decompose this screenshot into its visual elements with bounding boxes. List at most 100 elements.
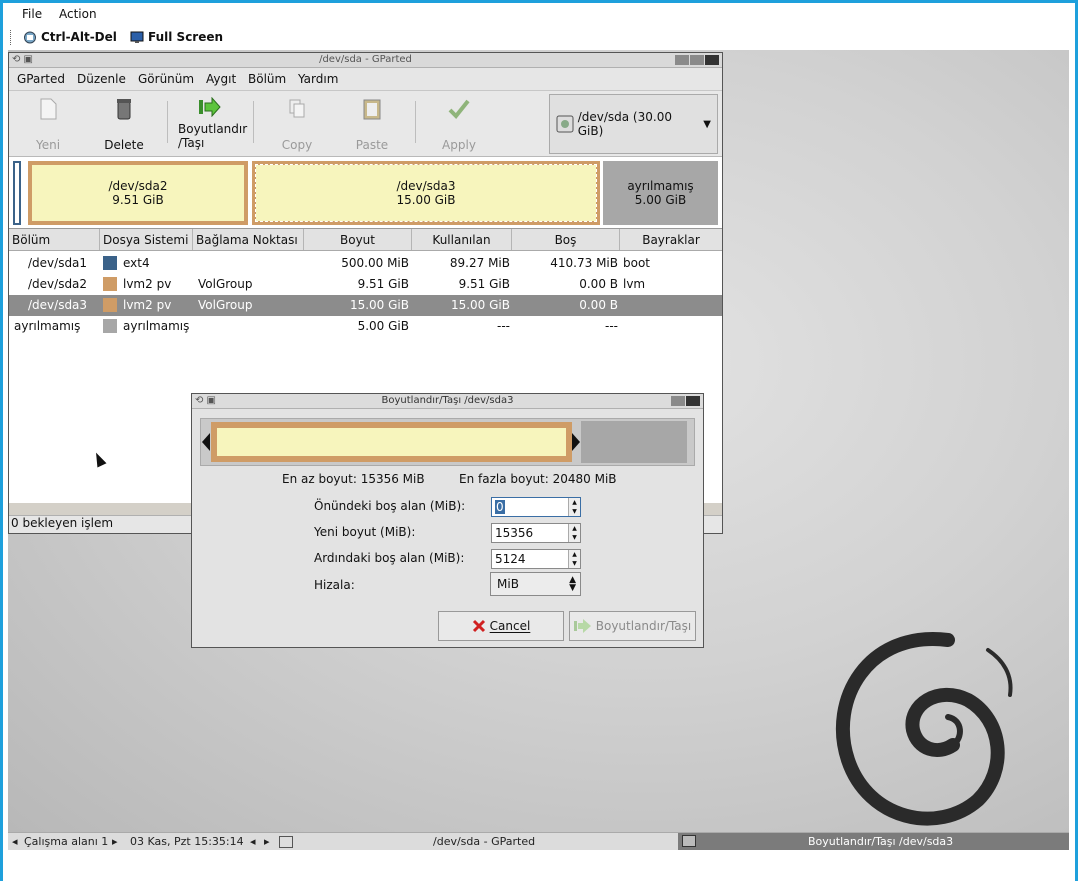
fs-color-swatch xyxy=(103,319,117,333)
resize-move-dialog: ⟲ ▣ Boyutlandır/Taşı /dev/sda3 En az boy… xyxy=(191,393,704,648)
cell-free: 0.00 B xyxy=(579,277,618,291)
close-icon[interactable] xyxy=(686,396,700,406)
cell-filesystem: ayrılmamış xyxy=(123,319,190,333)
col-filesystem[interactable]: Dosya Sistemi xyxy=(100,229,193,250)
col-free[interactable]: Boş xyxy=(512,229,620,250)
next-workspace-icon[interactable]: ▸ xyxy=(112,835,118,848)
align-combobox[interactable]: MiB ▲ ▼ xyxy=(490,572,581,596)
cell-mountpoint: VolGroup xyxy=(198,277,253,291)
monitor-icon xyxy=(130,31,144,43)
table-row[interactable]: /dev/sda2 lvm2 pv VolGroup 9.51 GiB 9.51… xyxy=(9,274,722,295)
prev-workspace-icon[interactable]: ◂ xyxy=(12,835,18,848)
menu-gparted[interactable]: GParted xyxy=(17,72,65,86)
viewer-scrollbar[interactable] xyxy=(1069,3,1075,881)
toolbar-separator xyxy=(167,101,168,143)
cancel-button[interactable]: Cancel xyxy=(438,611,564,641)
disk-icon xyxy=(556,115,574,133)
close-icon[interactable] xyxy=(705,55,719,65)
menu-edit[interactable]: Düzenle xyxy=(77,72,126,86)
window-controls[interactable] xyxy=(671,396,700,406)
resize-move-confirm-label: Boyutlandır/Taşı xyxy=(595,619,692,633)
prev-task-icon[interactable]: ◂ xyxy=(250,835,256,848)
menu-partition[interactable]: Bölüm xyxy=(248,72,286,86)
free-before-label: Önündeki boş alan (MiB): xyxy=(314,499,466,513)
gparted-titlebar[interactable]: ⟲ ▣ /dev/sda - GParted xyxy=(9,53,722,68)
ctrl-alt-del-label: Ctrl-Alt-Del xyxy=(41,30,117,44)
minimize-icon[interactable] xyxy=(675,55,689,65)
ctrl-alt-del-button[interactable]: Ctrl-Alt-Del xyxy=(23,30,117,44)
updown-arrows-icon: ▲ ▼ xyxy=(569,575,576,593)
max-size-label: En fazla boyut: 20480 MiB xyxy=(459,472,617,486)
left-resize-handle[interactable] xyxy=(202,433,210,451)
new-button[interactable]: Yeni xyxy=(17,96,79,152)
fs-color-swatch xyxy=(103,298,117,312)
taskbar-resize-dialog-label: Boyutlandır/Taşı /dev/sda3 xyxy=(808,835,954,848)
col-size[interactable]: Boyut xyxy=(304,229,412,250)
taskbar-gparted[interactable]: /dev/sda - GParted xyxy=(433,835,535,848)
resize-arrow-icon xyxy=(199,97,221,117)
copy-button[interactable]: Copy xyxy=(266,96,328,152)
cell-filesystem: ext4 xyxy=(123,256,150,270)
dialog-titlebar[interactable]: ⟲ ▣ Boyutlandır/Taşı /dev/sda3 xyxy=(192,394,703,409)
cell-flags: lvm xyxy=(623,277,646,291)
workspace-label[interactable]: Çalışma alanı 1 xyxy=(24,835,108,848)
resize-move-button[interactable]: Boyutlandır /Taşı xyxy=(174,94,247,150)
cell-free: 0.00 B xyxy=(579,298,618,312)
menu-device[interactable]: Aygıt xyxy=(206,72,236,86)
table-row-selected[interactable]: /dev/sda3 lvm2 pv VolGroup 15.00 GiB 15.… xyxy=(9,295,722,316)
cell-used: 15.00 GiB xyxy=(450,298,510,312)
apply-button[interactable]: Apply xyxy=(428,96,490,152)
next-task-icon[interactable]: ▸ xyxy=(264,835,270,848)
menu-file[interactable]: File xyxy=(22,7,42,21)
col-used[interactable]: Kullanılan xyxy=(412,229,512,250)
align-label: Hizala: xyxy=(314,578,355,592)
spin-arrows-icon[interactable]: ▲ ▼ xyxy=(568,550,580,568)
min-size-label: En az boyut: 15356 MiB xyxy=(282,472,425,486)
copy-label: Copy xyxy=(281,138,313,152)
partition-extent[interactable] xyxy=(211,422,572,462)
spin-arrows-icon[interactable]: ▲ ▼ xyxy=(568,498,580,516)
diskmap-sda2[interactable]: /dev/sda2 9.51 GiB xyxy=(28,161,248,225)
toolbar-grip[interactable] xyxy=(10,30,13,45)
apply-label: Apply xyxy=(442,138,476,152)
cell-free: 410.73 MiB xyxy=(550,256,618,270)
new-size-spinbox[interactable]: 15356 ▲ ▼ xyxy=(491,523,581,543)
col-partition[interactable]: Bölüm xyxy=(9,229,100,250)
cell-size: 9.51 GiB xyxy=(357,277,409,291)
diskmap-unallocated-name: ayrılmamış xyxy=(627,179,694,193)
cell-flags: boot xyxy=(623,256,651,270)
resize-move-confirm-button[interactable]: Boyutlandır/Taşı xyxy=(569,611,696,641)
free-before-spinbox[interactable]: 0 ▲ ▼ xyxy=(491,497,581,517)
menu-action[interactable]: Action xyxy=(59,7,97,21)
free-after-spinbox[interactable]: 5124 ▲ ▼ xyxy=(491,549,581,569)
resize-visual-bar[interactable] xyxy=(200,418,695,466)
diskmap-sda3-size: 15.00 GiB xyxy=(396,193,456,207)
diskmap-sda3[interactable]: /dev/sda3 15.00 GiB xyxy=(252,161,600,225)
cell-used: 89.27 MiB xyxy=(449,256,510,270)
cell-used: --- xyxy=(497,319,510,333)
maximize-icon[interactable] xyxy=(690,55,704,65)
dropdown-arrow-icon: ▼ xyxy=(703,118,711,130)
taskbar-resize-dialog[interactable]: Boyutlandır/Taşı /dev/sda3 xyxy=(678,833,1069,850)
window-controls[interactable] xyxy=(675,55,719,65)
col-flags[interactable]: Bayraklar xyxy=(620,229,722,250)
spin-arrows-icon[interactable]: ▲ ▼ xyxy=(568,524,580,542)
right-resize-handle[interactable] xyxy=(572,433,580,451)
maximize-icon[interactable] xyxy=(671,396,685,406)
align-value: MiB xyxy=(497,577,519,591)
delete-button[interactable]: Delete xyxy=(93,96,155,152)
col-mountpoint[interactable]: Bağlama Noktası xyxy=(193,229,304,250)
cell-size: 15.00 GiB xyxy=(349,298,409,312)
cell-size: 500.00 MiB xyxy=(341,256,409,270)
menu-view[interactable]: Görünüm xyxy=(138,72,194,86)
device-selector[interactable]: /dev/sda (30.00 GiB) ▼ xyxy=(549,94,718,154)
diskmap-unallocated[interactable]: ayrılmamış 5.00 GiB xyxy=(603,161,718,225)
paste-button[interactable]: Paste xyxy=(341,96,403,152)
diskmap-sda1[interactable] xyxy=(13,161,21,225)
window-list-icon[interactable] xyxy=(279,836,293,848)
table-row[interactable]: /dev/sda1 ext4 500.00 MiB 89.27 MiB 410.… xyxy=(9,253,722,274)
full-screen-button[interactable]: Full Screen xyxy=(130,30,223,44)
menu-help[interactable]: Yardım xyxy=(298,72,338,86)
table-row[interactable]: ayrılmamış ayrılmamış 5.00 GiB --- --- xyxy=(9,316,722,337)
free-before-value: 0 xyxy=(495,500,505,514)
